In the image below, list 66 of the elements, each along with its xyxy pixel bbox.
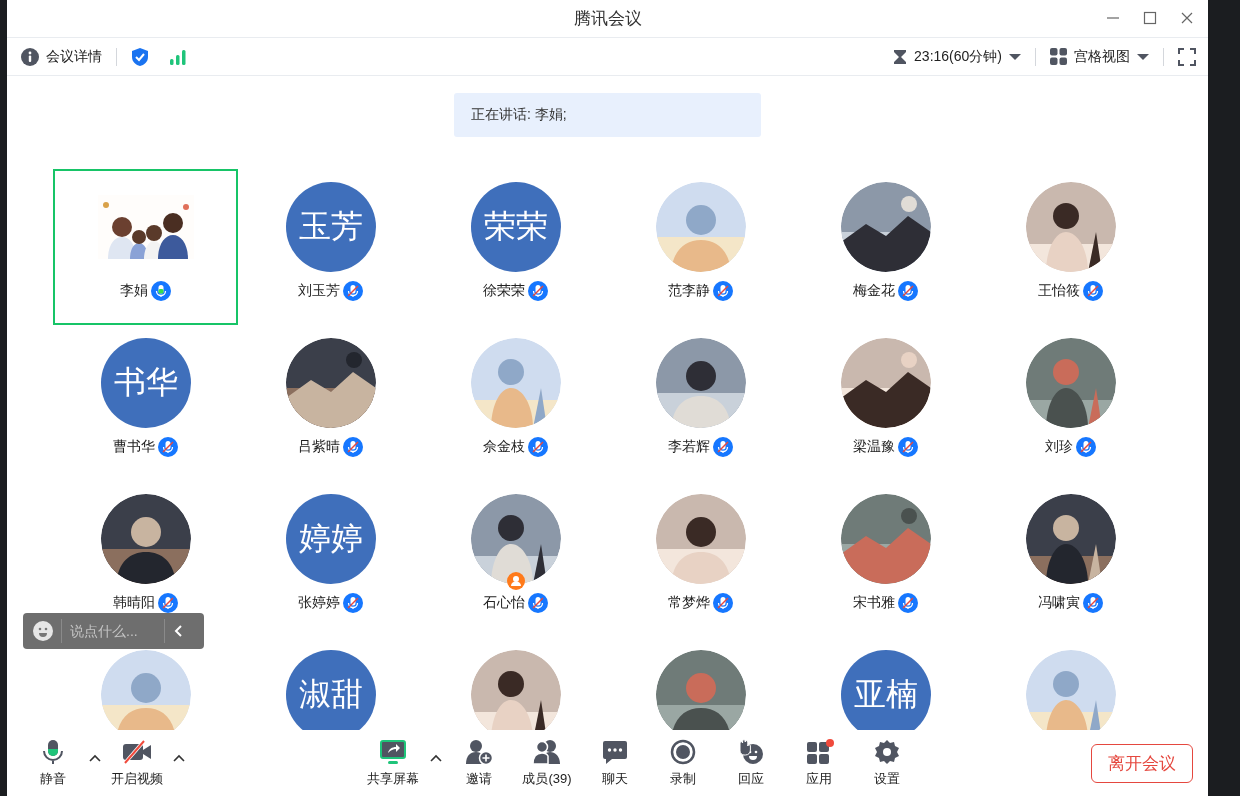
grid-icon <box>1050 48 1067 65</box>
collapse-icon[interactable] <box>173 624 183 638</box>
record-button[interactable]: 录制 <box>649 738 717 788</box>
chat-icon <box>602 738 628 765</box>
participant-name: 李娟 <box>120 282 148 300</box>
microphone-icon <box>40 738 66 765</box>
caret-icon[interactable] <box>173 754 185 762</box>
participant-name: 常梦烨 <box>668 594 710 612</box>
info-icon <box>21 47 39 66</box>
emoji-icon[interactable] <box>33 621 53 641</box>
participant-name: 李若辉 <box>668 438 710 456</box>
apps-button[interactable]: 应用 <box>785 738 853 788</box>
record-icon <box>670 738 696 765</box>
initials-avatar: 婷婷 <box>285 494 376 584</box>
invite-button[interactable]: 邀请 <box>445 738 513 788</box>
participant-name: 石心怡 <box>483 594 525 612</box>
participant-name: 宋书雅 <box>853 594 895 612</box>
participant-name: 吕紫晴 <box>298 438 340 456</box>
add-person-icon <box>465 738 493 765</box>
chat-input-field[interactable]: 说点什么... <box>70 623 156 639</box>
initials-avatar: 玉芳 <box>285 182 376 272</box>
video-button[interactable]: 开启视频 <box>104 738 170 788</box>
settings-button[interactable]: 设置 <box>853 738 921 788</box>
participant-name: 梅金花 <box>853 282 895 300</box>
participant-name: 刘珍 <box>1045 438 1073 456</box>
settings-icon <box>874 738 900 765</box>
participant-name: 王怡筱 <box>1038 282 1080 300</box>
hand-smiley-icon <box>737 738 765 765</box>
fullscreen-icon[interactable] <box>1178 47 1196 66</box>
mute-button[interactable]: 静音 <box>20 738 86 788</box>
speaking-banner: 正在讲话: 李娟; <box>454 93 761 137</box>
caret-icon[interactable] <box>89 754 101 762</box>
dropdown-icon <box>1137 52 1149 61</box>
leave-meeting-button[interactable]: 离开会议 <box>1091 743 1193 783</box>
participant-name: 佘金枝 <box>483 438 525 456</box>
hourglass-icon <box>893 48 908 65</box>
reaction-button[interactable]: 回应 <box>717 738 785 788</box>
participant-name: 刘玉芳 <box>298 282 340 300</box>
initials-avatar: 书华 <box>100 338 191 428</box>
share-screen-icon <box>379 738 407 765</box>
initials-avatar: 荣荣 <box>470 182 561 272</box>
participant-name: 范李静 <box>668 282 710 300</box>
participant-name: 徐荣荣 <box>483 282 525 300</box>
participant-name: 冯啸寅 <box>1038 594 1080 612</box>
people-icon <box>532 738 562 765</box>
participant-name: 张婷婷 <box>298 594 340 612</box>
initials-avatar: 亚楠 <box>840 650 931 730</box>
camera-off-icon <box>122 738 152 765</box>
participant-name: 韩晴阳 <box>113 594 155 612</box>
participant-tile[interactable]: 李娟 <box>53 169 238 325</box>
window-title: 腾讯会议 <box>573 8 642 30</box>
meeting-info-button[interactable]: 会议详情 <box>21 47 102 66</box>
maximize-icon[interactable] <box>1143 11 1157 25</box>
members-button[interactable]: 成员(39) <box>513 738 581 788</box>
initials-avatar: 淑甜 <box>285 650 376 730</box>
shield-icon[interactable] <box>131 46 149 67</box>
close-icon[interactable] <box>1180 11 1194 25</box>
caret-icon[interactable] <box>430 754 442 762</box>
view-dropdown[interactable]: 宫格视图 <box>1050 47 1149 66</box>
timer-dropdown[interactable]: 23:16(60分钟) <box>893 47 1021 66</box>
dropdown-icon <box>1009 52 1021 61</box>
participant-name: 曹书华 <box>113 438 155 456</box>
participant-name: 梁温豫 <box>853 438 895 456</box>
chat-button[interactable]: 聊天 <box>581 738 649 788</box>
share-button[interactable]: 共享屏幕 <box>359 738 427 788</box>
chat-input-bar[interactable]: 说点什么... <box>23 613 204 649</box>
